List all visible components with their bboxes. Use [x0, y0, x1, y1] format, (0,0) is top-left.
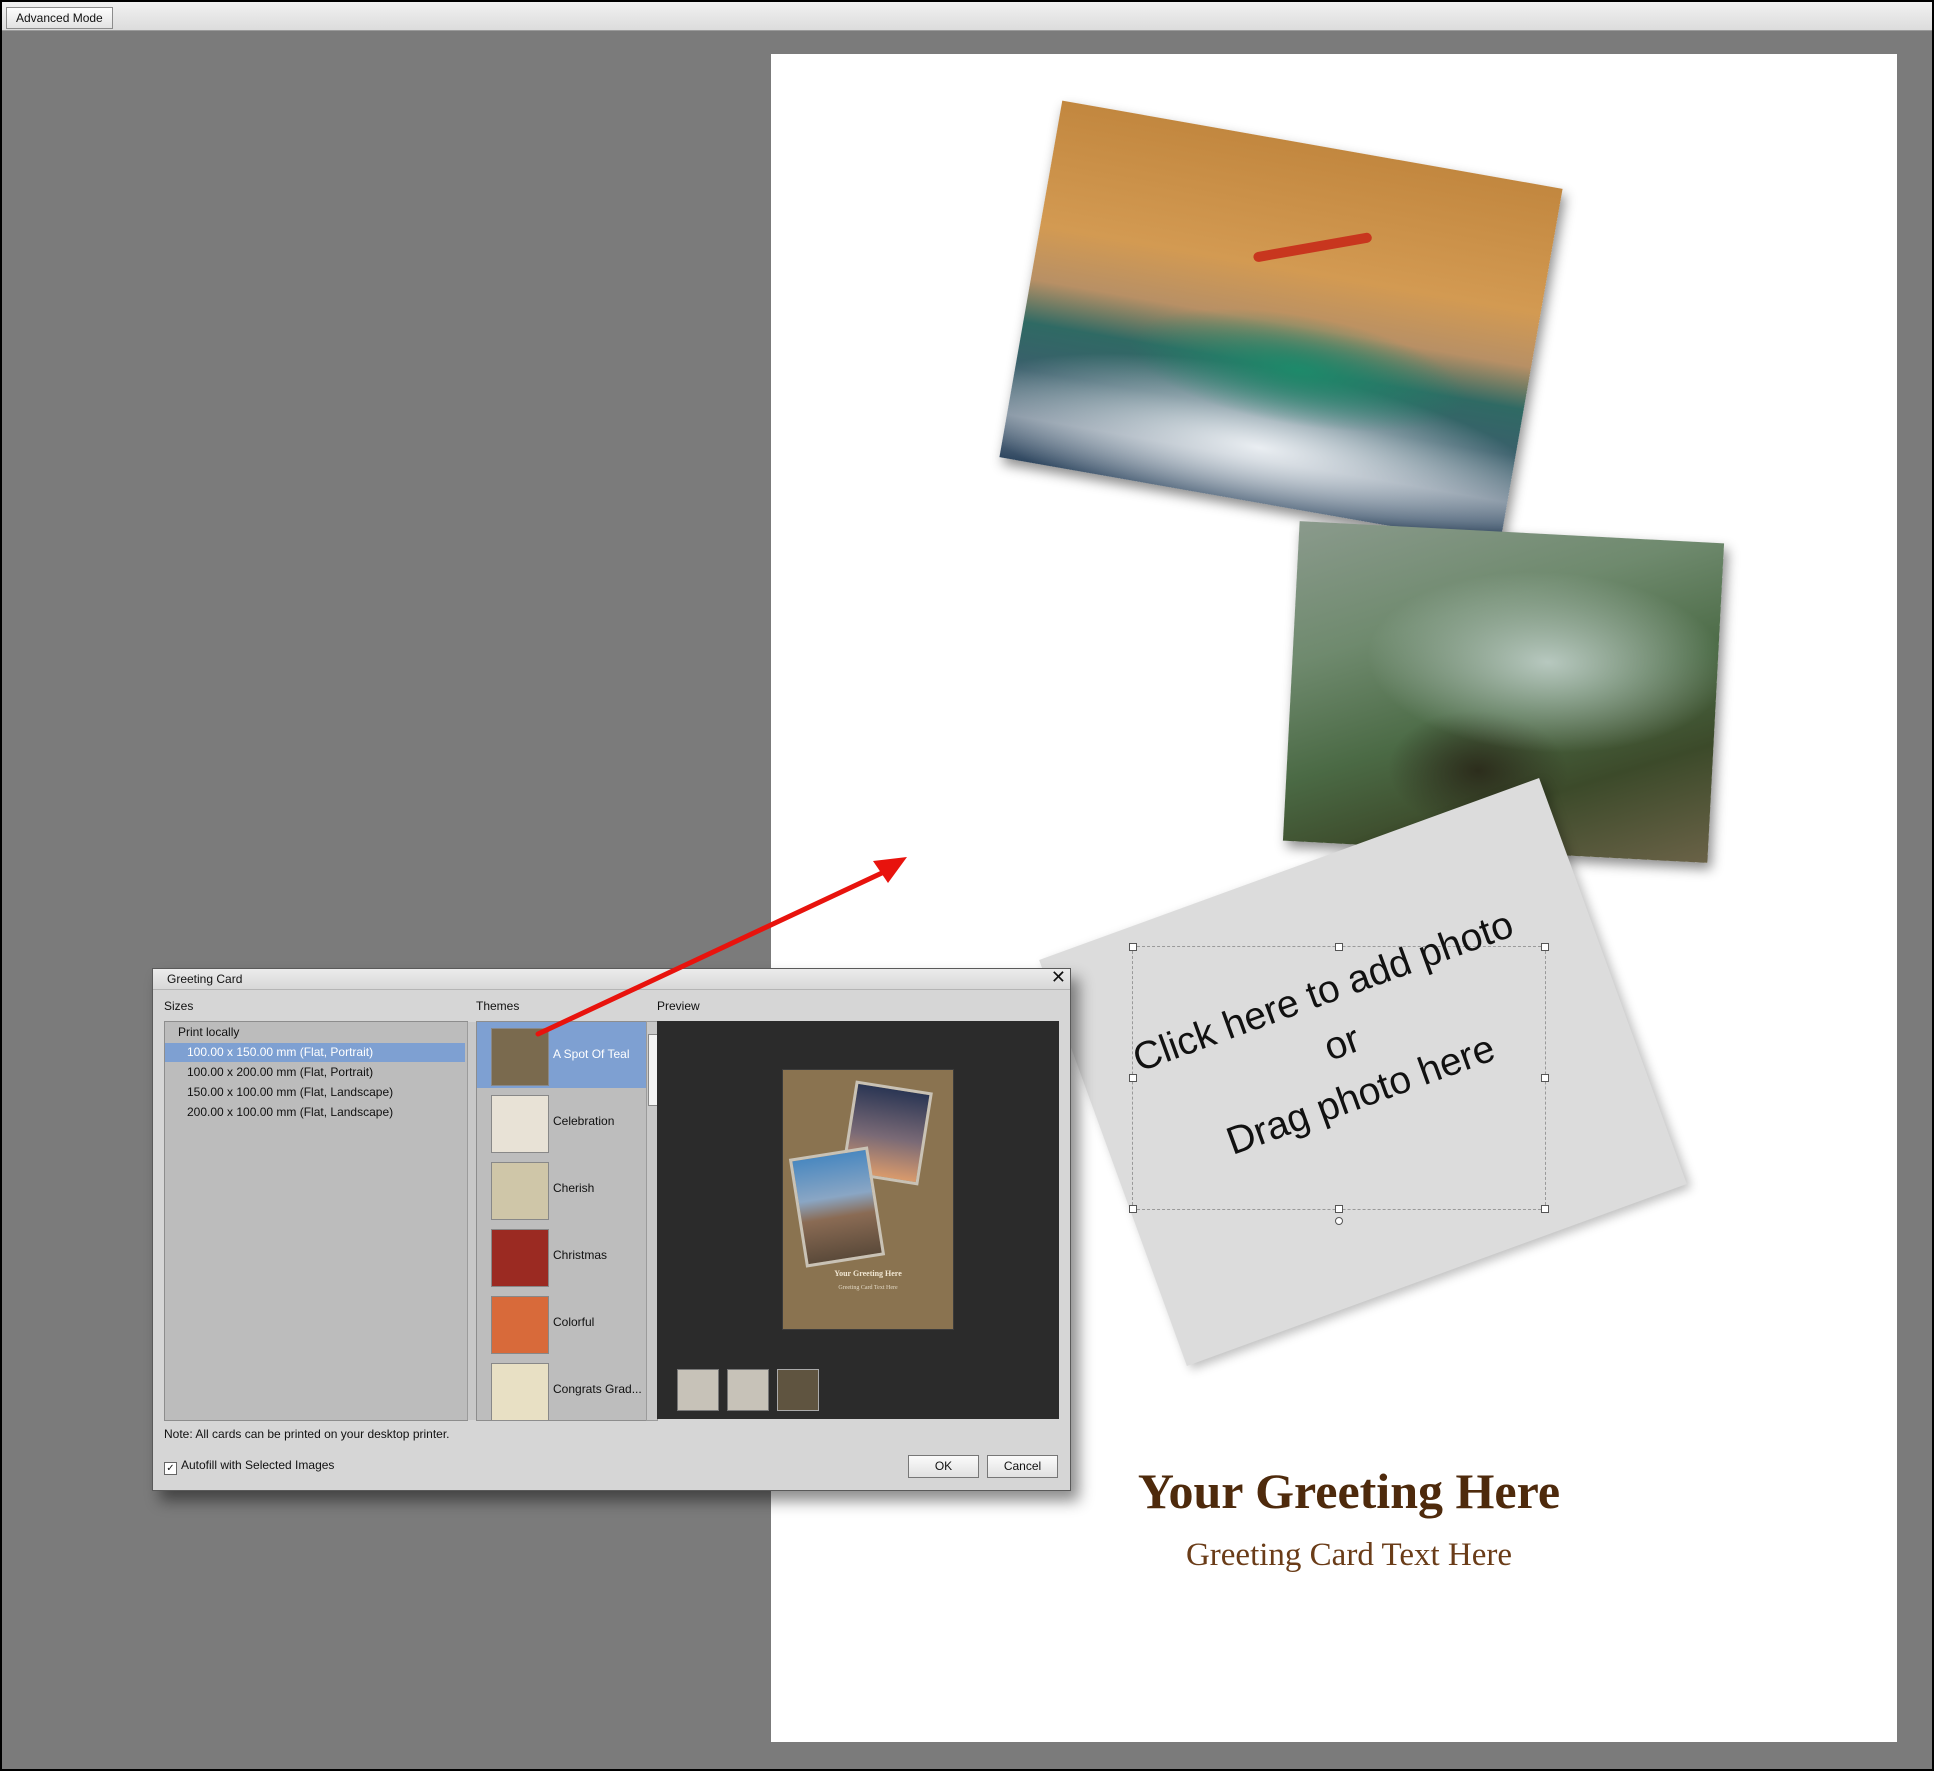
sizes-label: Sizes — [164, 999, 194, 1013]
theme-label: Congrats Grad... — [553, 1382, 642, 1396]
sizes-list: Print locally 100.00 x 150.00 mm (Flat, … — [164, 1021, 478, 1421]
theme-thumbnail — [491, 1296, 549, 1354]
size-item-label: 150.00 x 100.00 mm (Flat, Landscape) — [187, 1085, 394, 1099]
preview-card: Your Greeting Here Greeting Card Text He… — [783, 1070, 953, 1329]
checkbox-check-icon[interactable]: ✓ — [164, 1462, 177, 1475]
ok-button[interactable]: OK — [908, 1455, 979, 1478]
theme-label: Cherish — [553, 1181, 595, 1195]
greeting-subtext[interactable]: Greeting Card Text Here — [1084, 1537, 1614, 1574]
preview-page-thumb[interactable] — [727, 1369, 769, 1411]
theme-item-colorful[interactable]: Colorful — [477, 1290, 647, 1356]
theme-item-cherish[interactable]: Cherish — [477, 1156, 647, 1222]
size-item[interactable]: 200.00 x 100.00 mm (Flat, Landscape) — [165, 1103, 465, 1122]
size-item-label: 100.00 x 150.00 mm (Flat, Portrait) — [187, 1045, 374, 1059]
theme-thumbnail — [491, 1095, 549, 1153]
size-item-label: 200.00 x 100.00 mm (Flat, Landscape) — [187, 1105, 394, 1119]
theme-thumbnail — [491, 1162, 549, 1220]
theme-item-christmas[interactable]: Christmas — [477, 1223, 647, 1289]
preview-page-thumb[interactable] — [777, 1369, 819, 1411]
themes-list: A Spot Of Teal Celebration Cherish Chris… — [476, 1021, 648, 1421]
preview-page-thumb[interactable] — [677, 1369, 719, 1411]
theme-label: A Spot Of Teal — [553, 1047, 630, 1061]
printer-note: Note: All cards can be printed on your d… — [164, 1427, 450, 1441]
preview-photo — [788, 1146, 886, 1268]
greeting-card-dialog: Greeting Card ✕ Sizes Themes Preview Pri… — [152, 967, 1071, 1491]
sizes-group-header: Print locally — [178, 1025, 240, 1039]
resize-handle[interactable] — [1129, 1205, 1137, 1213]
resize-handle[interactable] — [1335, 943, 1343, 951]
size-item[interactable]: 150.00 x 100.00 mm (Flat, Landscape) — [165, 1083, 465, 1102]
theme-thumbnail — [491, 1028, 549, 1086]
resize-handle[interactable] — [1541, 1205, 1549, 1213]
dialog-titlebar[interactable]: Greeting Card ✕ — [153, 967, 1070, 990]
preview-greeting-title: Your Greeting Here — [834, 1269, 902, 1278]
theme-label: Celebration — [553, 1114, 615, 1128]
preview-greeting-text: Greeting Card Text Here — [838, 1285, 898, 1291]
theme-label: Christmas — [553, 1248, 608, 1262]
size-item-label: 100.00 x 200.00 mm (Flat, Portrait) — [187, 1065, 374, 1079]
autofill-label: Autofill with Selected Images — [181, 1458, 335, 1472]
dialog-title: Greeting Card — [167, 972, 243, 986]
resize-handle[interactable] — [1129, 943, 1137, 951]
size-item[interactable]: 100.00 x 200.00 mm (Flat, Portrait) — [165, 1063, 465, 1082]
advanced-mode-button[interactable]: Advanced Mode — [6, 7, 113, 29]
resize-handle[interactable] — [1335, 1205, 1343, 1213]
cancel-button[interactable]: Cancel — [987, 1455, 1058, 1478]
preview-pane: Your Greeting Here Greeting Card Text He… — [657, 1021, 1059, 1419]
theme-thumbnail — [491, 1363, 549, 1420]
themes-label: Themes — [476, 999, 520, 1013]
theme-label: Colorful — [553, 1315, 595, 1329]
top-toolbar: Advanced Mode — [2, 2, 1932, 31]
kite-sail — [1252, 231, 1373, 263]
preview-label: Preview — [657, 999, 700, 1013]
resize-handle[interactable] — [1541, 1074, 1549, 1082]
theme-item-a-spot-of-teal[interactable]: A Spot Of Teal — [477, 1022, 647, 1088]
autofill-checkbox[interactable]: ✓ Autofill with Selected Images — [164, 1458, 334, 1475]
greeting-title[interactable]: Your Greeting Here — [1084, 1462, 1614, 1520]
size-item[interactable]: 100.00 x 150.00 mm (Flat, Portrait) — [165, 1043, 465, 1062]
theme-item-celebration[interactable]: Celebration — [477, 1089, 647, 1155]
theme-item-congrats-grad[interactable]: Congrats Grad... — [477, 1357, 647, 1420]
close-icon[interactable]: ✕ — [1051, 967, 1066, 988]
theme-thumbnail — [491, 1229, 549, 1287]
rotate-handle[interactable] — [1335, 1217, 1343, 1225]
